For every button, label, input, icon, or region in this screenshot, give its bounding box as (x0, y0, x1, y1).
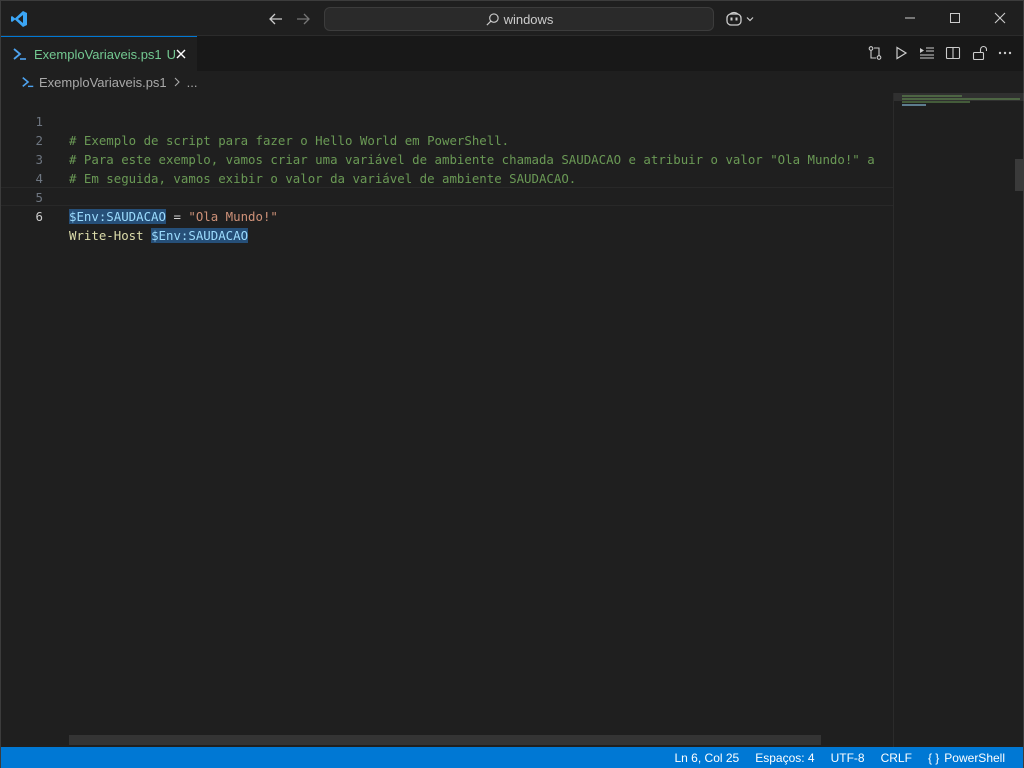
tab-label: ExemploVariaveis.ps1 (34, 46, 162, 62)
unlock-button[interactable] (970, 44, 987, 61)
breadcrumb-symbols[interactable]: ... (187, 75, 198, 90)
breadcrumb-file[interactable]: ExemploVariaveis.ps1 (39, 75, 167, 90)
env-variable: $Env:SAUDACAO (69, 209, 166, 224)
compare-changes-icon (868, 45, 881, 60)
minimap-line (902, 95, 962, 97)
maximize-button[interactable] (932, 1, 978, 35)
minimap-line (902, 104, 926, 106)
vertical-scrollbar[interactable] (1015, 93, 1023, 747)
horizontal-scrollbar[interactable] (69, 735, 821, 745)
vscode-logo-icon (11, 11, 27, 27)
status-indentation[interactable]: Espaços: 4 (747, 751, 822, 765)
breadcrumb[interactable]: ExemploVariaveis.ps1 ... (1, 71, 1023, 93)
powershell-icon (13, 48, 26, 60)
scrollbar-thumb[interactable] (1015, 159, 1023, 191)
code-line: 2 # Para este exemplo, vamos criar uma v… (1, 112, 893, 167)
minimize-icon (905, 17, 915, 19)
close-icon[interactable] (173, 46, 189, 62)
status-encoding[interactable]: UTF-8 (823, 751, 873, 765)
status-cursor-position[interactable]: Ln 6, Col 25 (667, 751, 748, 765)
command-center-search[interactable]: windows (324, 7, 714, 31)
unlock-icon (972, 45, 987, 60)
run-selection-button[interactable] (918, 44, 935, 61)
search-icon (486, 12, 499, 26)
copilot-icon (726, 11, 742, 26)
editor-actions (866, 44, 1013, 61)
code-line: 4 (1, 150, 893, 186)
line-number: 6 (35, 209, 43, 224)
status-language[interactable]: { } PowerShell (920, 751, 1013, 765)
maximize-icon (950, 13, 960, 23)
search-text: windows (503, 11, 554, 27)
arrow-right-icon[interactable] (294, 10, 312, 28)
editor-tabs-bar: ExemploVariaveis.ps1 U (1, 36, 1023, 71)
code-assignment: $Env:SAUDACAO = "Ola Mundo!" (69, 207, 278, 226)
minimap-line (902, 101, 970, 103)
env-variable: $Env:SAUDACAO (151, 228, 249, 243)
close-icon (994, 12, 1006, 24)
title-bar: windows (1, 1, 1023, 36)
run-button[interactable] (892, 44, 909, 61)
close-window-button[interactable] (977, 1, 1023, 35)
more-actions-button[interactable] (996, 44, 1013, 61)
code-line: 3 # Em seguida, vamos exibir o valor da … (1, 131, 893, 186)
status-bar: Ln 6, Col 25 Espaços: 4 UTF-8 CRLF { } P… (1, 747, 1023, 768)
minimize-button[interactable] (887, 1, 933, 35)
string-literal: "Ola Mundo!" (188, 209, 278, 224)
arrow-left-icon[interactable] (267, 10, 285, 28)
tab-exemplo-variaveis[interactable]: ExemploVariaveis.ps1 U (1, 36, 197, 71)
more-actions-icon (998, 51, 1011, 54)
code-command: Write-Host $Env:SAUDACAO (69, 226, 249, 245)
split-editor-icon (945, 46, 960, 59)
minimap-line (902, 98, 1020, 100)
language-label: PowerShell (944, 751, 1005, 765)
compare-changes-button[interactable] (866, 44, 883, 61)
minimap[interactable] (893, 93, 1024, 747)
vscode-window: windows ExemploVariaveis.ps1 U ExemploVa… (0, 0, 1024, 768)
split-editor-button[interactable] (944, 44, 961, 61)
code-editor[interactable]: 1 # Exemplo de script para fazer o Hello… (1, 93, 893, 747)
run-icon (895, 45, 907, 60)
cmdlet: Write-Host (69, 228, 144, 243)
chevron-down-icon (746, 17, 754, 22)
code-line: 1 # Exemplo de script para fazer o Hello… (1, 93, 893, 148)
copilot-menu[interactable] (725, 9, 759, 29)
status-eol[interactable]: CRLF (873, 751, 920, 765)
powershell-icon (22, 77, 34, 88)
code-line: 5 $Env:SAUDACAO = "Ola Mundo!" (1, 169, 893, 224)
code-line-current: 6 Write-Host $Env:SAUDACAO (1, 187, 893, 243)
run-selection-icon (919, 46, 934, 59)
braces-icon: { } (927, 751, 940, 765)
chevron-right-icon (174, 77, 180, 87)
assign-operator: = (165, 209, 189, 224)
